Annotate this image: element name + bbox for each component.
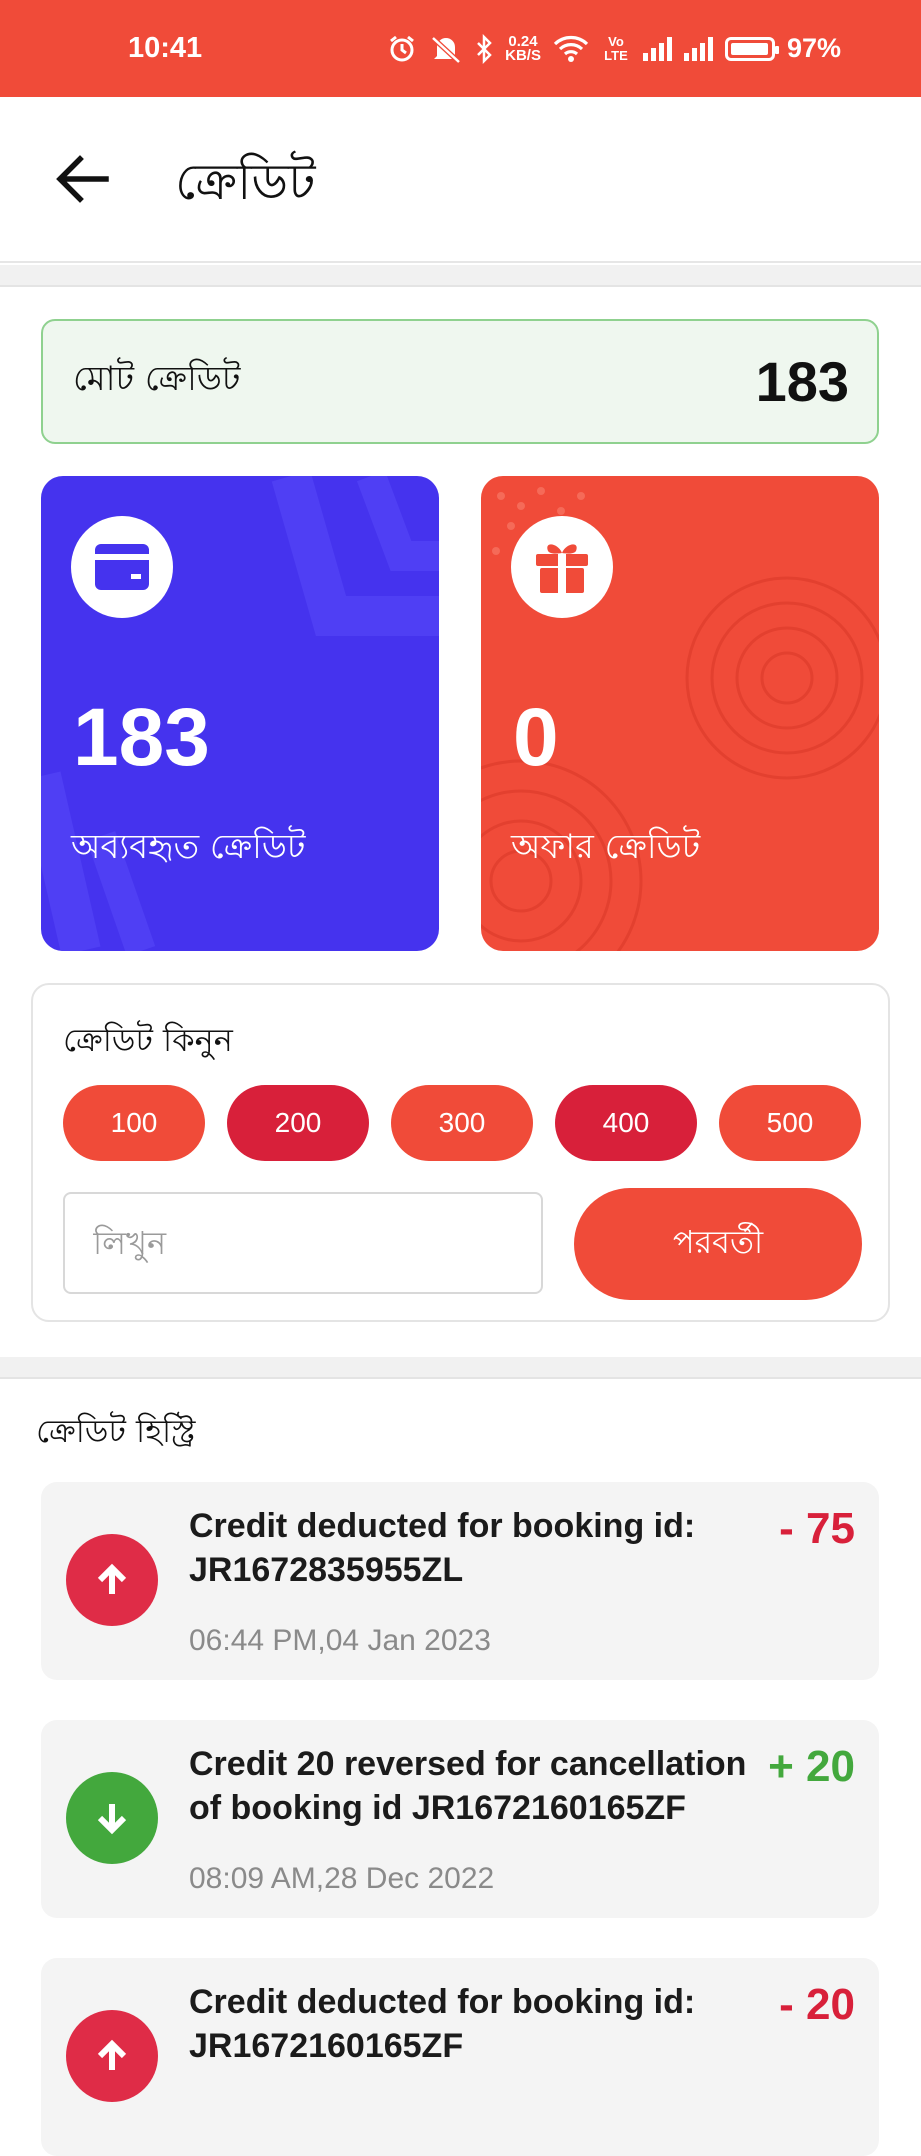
status-time: 10:41 (128, 32, 203, 64)
history-item-date: 06:44 PM,04 Jan 2023 (189, 1624, 491, 1657)
credit-history-title: ক্রেডিট হিস্ট্রি (36, 1412, 196, 1450)
status-bar: 10:41 0.24 KB/S Vo LTE 97% (0, 0, 921, 97)
amount-chip-200[interactable]: 200 (227, 1085, 369, 1161)
buy-credit-title: ক্রেডিট কিনুন (63, 1021, 233, 1059)
battery-percent: 97% (786, 33, 841, 63)
back-arrow-icon[interactable] (50, 147, 114, 211)
history-item: Credit deducted for booking id: JR167283… (41, 1482, 879, 1680)
page-title: ক্রেডিট (175, 153, 316, 211)
history-item-amount: - 75 (779, 1504, 855, 1553)
amount-chip-400[interactable]: 400 (555, 1085, 697, 1161)
gift-icon (511, 516, 613, 618)
unused-credit-label: অব্যবহৃত ক্রেডিট (71, 827, 306, 867)
history-item-amount: + 20 (768, 1742, 855, 1791)
offer-credit-value: 0 (513, 692, 559, 783)
arrow-up-icon (66, 1534, 158, 1626)
next-button[interactable]: পরবর্তী (574, 1188, 862, 1300)
total-credit-label: মোট ক্রেডিট (73, 359, 241, 399)
history-item-text: Credit deducted for booking id: JR167216… (189, 1983, 696, 2065)
history-item: Credit 20 reversed for cancellation of b… (41, 1720, 879, 1918)
unused-credit-value: 183 (73, 692, 210, 783)
amount-chip-300[interactable]: 300 (391, 1085, 533, 1161)
arrow-up-icon (66, 2010, 158, 2102)
bluetooth-icon (477, 33, 492, 64)
history-item-text: Credit deducted for booking id: JR167283… (189, 1507, 696, 1589)
total-credit-box: মোট ক্রেডিট 183 (41, 319, 879, 444)
network-speed: 0.24 KB/S (505, 32, 541, 64)
mute-icon (431, 35, 461, 64)
section-divider (0, 1357, 921, 1379)
amount-chip-500[interactable]: 500 (719, 1085, 861, 1161)
signal-icon-1 (642, 36, 672, 61)
volte-indicator: Vo LTE (604, 33, 628, 63)
unused-credit-card: 183 অব্যবহৃত ক্রেডিট (41, 476, 439, 951)
app-bar: ক্রেডিট (0, 97, 921, 263)
battery-icon (724, 36, 779, 61)
offer-credit-label: অফার ক্রেডিট (511, 827, 701, 867)
section-divider (0, 265, 921, 287)
alarm-icon (390, 35, 415, 61)
wifi-icon (553, 35, 589, 62)
signal-icon-2 (683, 36, 713, 61)
offer-credit-card: 0 অফার ক্রেডিট (481, 476, 879, 951)
history-item: Credit deducted for booking id: JR167216… (41, 1958, 879, 2156)
credit-amount-input[interactable] (63, 1192, 543, 1294)
buy-credit-panel: ক্রেডিট কিনুন 100 200 300 400 500 পরবর্ত… (31, 983, 890, 1322)
history-item-date: 08:09 AM,28 Dec 2022 (189, 1862, 495, 1895)
arrow-down-icon (66, 1772, 158, 1864)
status-icons: 0.24 KB/S Vo LTE 97% (387, 33, 841, 64)
history-item-amount: - 20 (779, 1980, 855, 2029)
amount-chip-100[interactable]: 100 (63, 1085, 205, 1161)
history-item-text: Credit 20 reversed for cancellation of b… (189, 1745, 747, 1827)
total-credit-value: 183 (755, 350, 849, 413)
wallet-card-icon (71, 516, 173, 618)
